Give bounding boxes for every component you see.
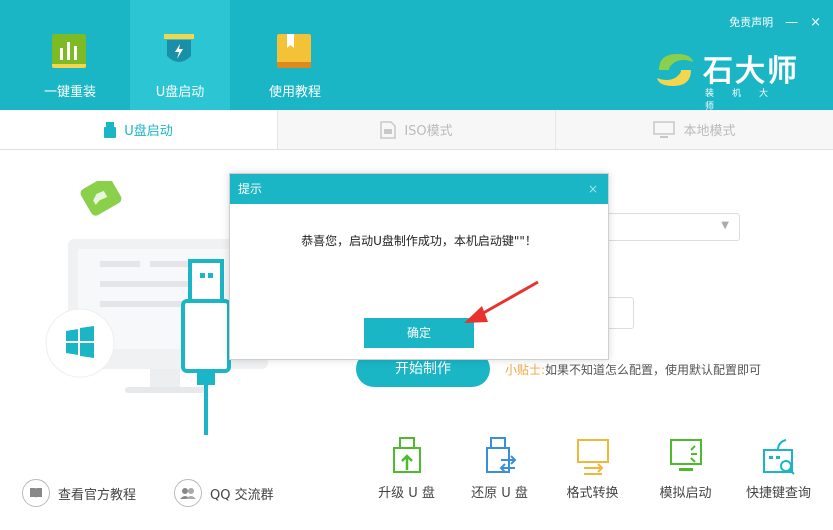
nav-one-key-reinstall[interactable]: 一键重装: [20, 0, 120, 110]
dialog-message: 恭喜您，启动U盘制作成功，本机启动键""！: [301, 234, 537, 248]
dialog-ok-button[interactable]: 确定: [364, 318, 474, 348]
brand-subtitle: 装机大师: [705, 89, 787, 112]
dialog-title-bar: 提示 ×: [230, 174, 608, 204]
tool-label: 还原 U 盘: [471, 486, 528, 501]
tab-local-mode[interactable]: 本地模式: [555, 110, 833, 149]
tab-label: U盘启动: [124, 124, 173, 139]
nav-label: U盘启动: [155, 85, 205, 100]
window-controls: 免责声明 — ×: [729, 14, 821, 30]
tool-format-convert[interactable]: 格式转换: [546, 436, 639, 501]
nav-usb-boot[interactable]: U盘启动: [130, 0, 230, 110]
qq-group-link[interactable]: QQ 交流群: [174, 479, 274, 507]
success-dialog: 提示 × 恭喜您，启动U盘制作成功，本机启动键""！ 确定: [229, 173, 609, 360]
simulate-boot-icon: [669, 439, 702, 471]
tool-upgrade-usb[interactable]: 升级 U 盘: [360, 436, 453, 501]
tool-label: 格式转换: [566, 486, 619, 501]
link-label: QQ 交流群: [210, 487, 274, 503]
app-header: 一键重装 U盘启动 使用教程 免责声明 — × 石大师 装机大师: [0, 0, 833, 112]
bottom-links: 查看官方教程 QQ 交流群: [22, 479, 274, 507]
book-icon: [22, 479, 50, 507]
tab-iso-mode[interactable]: ISO模式: [277, 110, 555, 149]
usb-flash-icon: [164, 34, 194, 62]
dialog-title: 提示: [238, 182, 263, 196]
bar-chart-icon: [52, 34, 86, 68]
shortcut-search-icon: [762, 439, 795, 475]
disclaimer-link[interactable]: 免责声明: [729, 14, 773, 30]
tab-label: ISO模式: [404, 124, 453, 139]
usb-icon: [104, 121, 117, 138]
usb-device-select[interactable]: ▼: [600, 213, 740, 241]
logo-icon: [657, 54, 693, 86]
tip-text: 小贴士:如果不知道怎么配置，使用默认配置即可: [505, 361, 761, 378]
link-label: 查看官方教程: [58, 487, 137, 503]
tool-simulate-boot[interactable]: 模拟启动: [639, 436, 732, 501]
nav-label: 使用教程: [268, 85, 321, 100]
file-icon: [380, 120, 397, 139]
format-convert-icon: [576, 439, 609, 475]
tool-bar: 升级 U 盘 还原 U 盘 格式转换 模拟启动 快捷键查询: [360, 436, 825, 501]
brand-logo: 石大师 装机大师: [653, 46, 803, 112]
tool-shortcut-search[interactable]: 快捷键查询: [732, 436, 825, 501]
chevron-down-icon: ▼: [721, 220, 729, 231]
brand-name: 石大师: [703, 54, 799, 89]
users-icon: [174, 479, 203, 507]
tool-label: 快捷键查询: [745, 486, 811, 501]
tip-label: 小贴士:: [505, 363, 546, 377]
tab-usb-boot[interactable]: U盘启动: [0, 110, 277, 149]
close-button[interactable]: ×: [810, 15, 821, 30]
usb-upgrade-icon: [392, 437, 421, 473]
tool-restore-usb[interactable]: 还原 U 盘: [453, 436, 546, 501]
nav-tutorial[interactable]: 使用教程: [245, 0, 345, 110]
mode-tabs: U盘启动 ISO模式 本地模式: [0, 110, 833, 150]
tab-label: 本地模式: [683, 124, 736, 139]
bookmark-icon: [277, 34, 311, 68]
tool-label: 升级 U 盘: [378, 486, 435, 501]
tip-message: 如果不知道怎么配置，使用默认配置即可: [545, 363, 762, 377]
monitor-icon: [653, 120, 676, 138]
dialog-close-button[interactable]: ×: [588, 174, 598, 204]
nav-label: 一键重装: [43, 85, 96, 100]
minimize-button[interactable]: —: [785, 15, 798, 30]
usb-restore-icon: [485, 437, 516, 473]
view-tutorial-link[interactable]: 查看官方教程: [22, 479, 136, 507]
tool-label: 模拟启动: [659, 486, 712, 501]
